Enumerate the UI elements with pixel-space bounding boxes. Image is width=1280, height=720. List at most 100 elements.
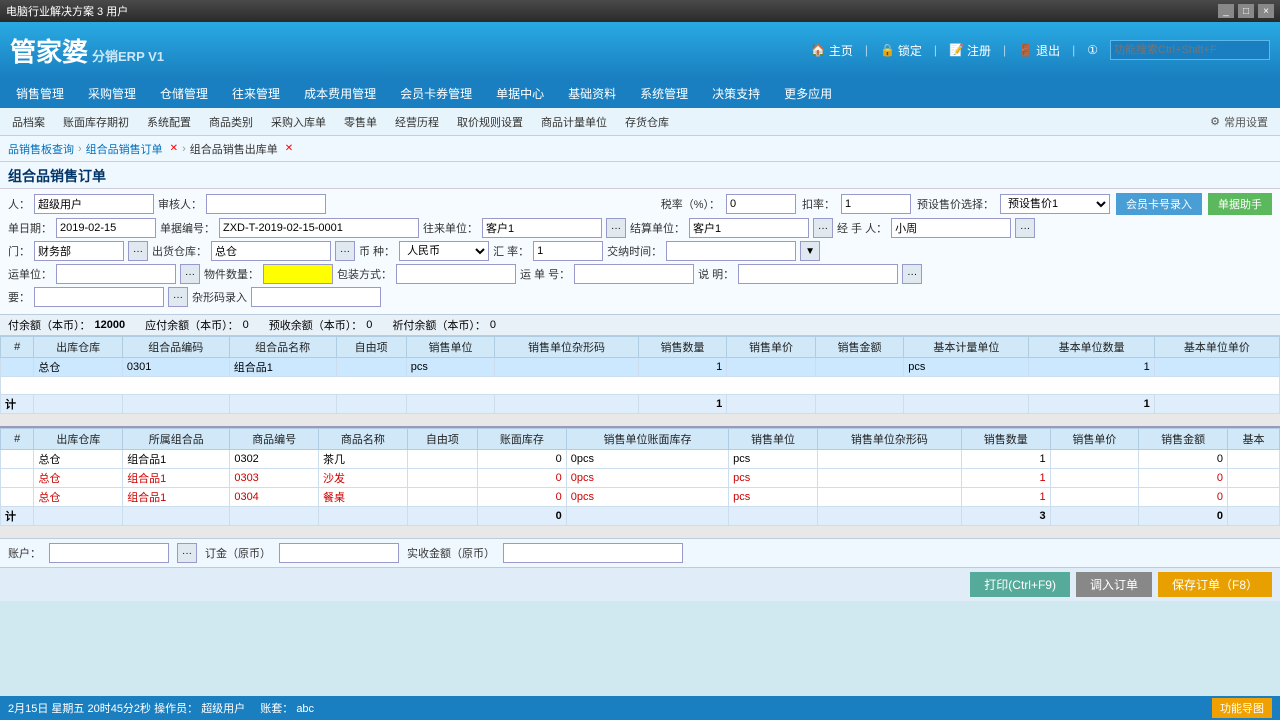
nav-bills[interactable]: 单据中心	[484, 81, 556, 106]
print-btn[interactable]: 打印(Ctrl+F9)	[970, 572, 1070, 597]
sec-category[interactable]: 商品类别	[201, 111, 261, 133]
bill-no-input[interactable]	[219, 218, 419, 238]
nav-member[interactable]: 会员卡券管理	[388, 81, 484, 106]
settle-unit-input[interactable]	[689, 218, 809, 238]
top-table-container: # 出库仓库 组合品编码 组合品名称 自由项 销售单位 销售单位杂形码 销售数量…	[0, 336, 1280, 428]
discount-input[interactable]	[841, 194, 911, 214]
register-icon[interactable]: 📝 注册	[949, 42, 991, 59]
user-input[interactable]	[34, 194, 154, 214]
nav-warehouse[interactable]: 仓储管理	[148, 81, 220, 106]
table-row[interactable]: 总仓 组合品1 0302 茶几 0 0pcs pcs 1 0	[1, 450, 1280, 469]
sec-price-rules[interactable]: 取价规则设置	[449, 111, 531, 133]
nav-system[interactable]: 系统管理	[628, 81, 700, 106]
title-bar-controls[interactable]: _ □ ×	[1218, 4, 1274, 18]
warehouse-btn[interactable]: ···	[335, 241, 355, 261]
auditor-input[interactable]	[206, 194, 326, 214]
form-area: 人： 审核人： 税率（%）： 扣率： 预设售价选择： 预设售价1 会员卡号录入 …	[0, 189, 1280, 315]
home-icon[interactable]: 🏠 主页	[811, 42, 853, 59]
col-sale-barcode: 销售单位杂形码	[495, 337, 639, 358]
nav-purchase[interactable]: 采购管理	[76, 81, 148, 106]
breadcrumb-item-1[interactable]: 品销售板查询	[8, 141, 74, 157]
nav-transactions[interactable]: 往来管理	[220, 81, 292, 106]
sec-unit[interactable]: 商品计量单位	[533, 111, 615, 133]
save-btn[interactable]: 保存订单（F8）	[1158, 572, 1272, 597]
currency-select[interactable]: 人民币	[399, 241, 489, 261]
tax-rate-label: 税率（%）：	[661, 196, 720, 212]
exit-icon[interactable]: 🚪 退出	[1018, 42, 1060, 59]
warehouse-input[interactable]	[211, 241, 331, 261]
lock-icon[interactable]: 🔒 锁定	[880, 42, 922, 59]
ship-no-input[interactable]	[574, 264, 694, 284]
settings-button[interactable]: ⚙ 常用设置	[1202, 111, 1276, 133]
order-input[interactable]	[279, 543, 399, 563]
header-search-input[interactable]	[1110, 40, 1270, 60]
minimize-btn[interactable]: _	[1218, 4, 1234, 18]
sec-config[interactable]: 系统配置	[139, 111, 199, 133]
maximize-btn[interactable]: □	[1238, 4, 1254, 18]
nav-decision[interactable]: 决策支持	[700, 81, 772, 106]
remark-label: 要：	[8, 289, 30, 305]
handler-input[interactable]	[891, 218, 1011, 238]
breadcrumb-item-2[interactable]: 组合品销售订单	[86, 141, 163, 157]
nav-basic[interactable]: 基础资料	[556, 81, 628, 106]
tab-close-3[interactable]: ✕	[285, 143, 293, 154]
tax-rate-input[interactable]	[726, 194, 796, 214]
nav-cost[interactable]: 成本费用管理	[292, 81, 388, 106]
help-map-btn[interactable]: 功能导图	[1212, 698, 1272, 718]
col-combo-name: 组合品名称	[229, 337, 336, 358]
barcode-input[interactable]	[251, 287, 381, 307]
table-row[interactable]: 总仓 0301 组合品1 pcs 1 pcs 1	[1, 358, 1280, 377]
date-input[interactable]	[56, 218, 156, 238]
sec-product-file[interactable]: 品档案	[4, 111, 53, 133]
account-input[interactable]	[49, 543, 169, 563]
close-btn[interactable]: ×	[1258, 4, 1274, 18]
header-nav: 🏠 主页 | 🔒 锁定 | 📝 注册 | 🚪 退出 | ①	[811, 40, 1270, 60]
sec-account-init[interactable]: 账面库存期初	[55, 111, 137, 133]
ship-input[interactable]	[56, 264, 176, 284]
trade-time-input[interactable]	[666, 241, 796, 261]
remark-btn[interactable]: ···	[168, 287, 188, 307]
sec-retail[interactable]: 零售单	[336, 111, 385, 133]
info-icon[interactable]: ①	[1087, 43, 1098, 57]
note-btn[interactable]: ···	[902, 264, 922, 284]
tab-close-2[interactable]: ✕	[170, 143, 178, 154]
ship-btn[interactable]: ···	[180, 264, 200, 284]
note-input[interactable]	[738, 264, 898, 284]
col-combo-code: 组合品编码	[122, 337, 229, 358]
sec-history[interactable]: 经营历程	[387, 111, 447, 133]
top-scrollbar[interactable]	[0, 414, 1280, 426]
bottom-scrollbar[interactable]	[0, 526, 1280, 538]
settle-unit-btn[interactable]: ···	[813, 218, 833, 238]
col-base-unit: 基本计量单位	[904, 337, 1029, 358]
to-unit-input[interactable]	[482, 218, 602, 238]
handler-btn[interactable]: ···	[1015, 218, 1035, 238]
table-row[interactable]: 总仓 组合品1 0303 沙发 0 0pcs pcs 1 0	[1, 469, 1280, 488]
nav-sales[interactable]: 销售管理	[4, 81, 76, 106]
trade-time-btn[interactable]: ▼	[800, 241, 820, 261]
price-select-label: 预设售价选择：	[917, 196, 994, 212]
payable-label: 付余额（本币）：	[8, 317, 91, 333]
rate-input[interactable]	[533, 241, 603, 261]
count-input[interactable]	[263, 264, 333, 284]
remark-input[interactable]	[34, 287, 164, 307]
bcol-sale-price: 销售单价	[1050, 429, 1139, 450]
dept-btn[interactable]: ···	[128, 241, 148, 261]
to-unit-btn[interactable]: ···	[606, 218, 626, 238]
nav-more[interactable]: 更多应用	[772, 81, 844, 106]
bcol-combo: 所属组合品	[123, 429, 230, 450]
sec-purchase-in[interactable]: 采购入库单	[263, 111, 334, 133]
sec-warehouse[interactable]: 存货仓库	[617, 111, 677, 133]
member-card-btn[interactable]: 会员卡号录入	[1116, 193, 1202, 215]
assist-btn[interactable]: 单据助手	[1208, 193, 1272, 215]
note-label: 说 明：	[698, 266, 734, 282]
pack-input[interactable]	[396, 264, 516, 284]
col-base-qty: 基本单位数量	[1029, 337, 1154, 358]
payable-value: 12000	[95, 319, 126, 331]
import-btn[interactable]: 调入订单	[1076, 572, 1152, 597]
table-row[interactable]: 总仓 组合品1 0304 餐桌 0 0pcs pcs 1 0	[1, 488, 1280, 507]
account-btn[interactable]: ···	[177, 543, 197, 563]
price-select[interactable]: 预设售价1	[1000, 194, 1110, 214]
dept-input[interactable]	[34, 241, 124, 261]
bcol-idx: #	[1, 429, 34, 450]
received-input[interactable]	[503, 543, 683, 563]
